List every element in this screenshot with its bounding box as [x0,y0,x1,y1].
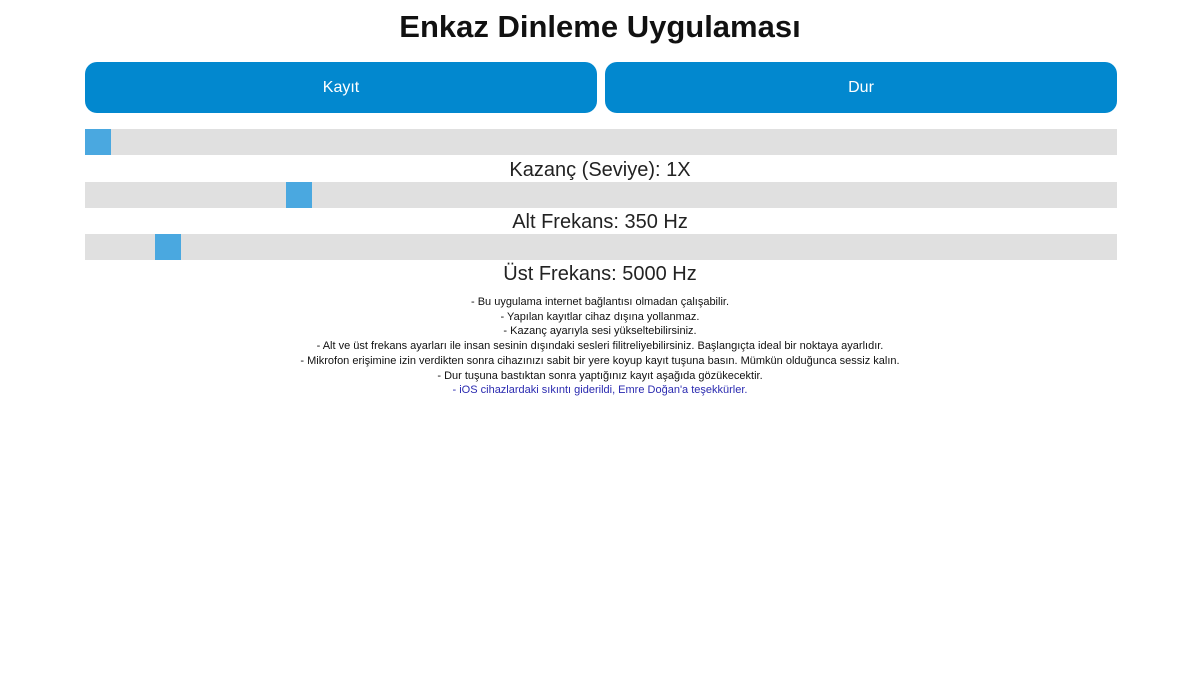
high-frequency-label: Üst Frekans: 5000 Hz [503,263,697,285]
control-buttons: Kayıt Dur [85,62,1117,113]
page-title: Enkaz Dinleme Uygulaması [399,9,801,44]
gain-slider[interactable] [85,129,1117,155]
high-frequency-slider[interactable] [85,234,1117,260]
high-frequency-slider-thumb[interactable] [155,234,181,260]
low-frequency-slider-thumb[interactable] [286,182,312,208]
low-frequency-label: Alt Frekans: 350 Hz [512,211,688,233]
stop-button[interactable]: Dur [605,62,1117,113]
note-line: - Mikrofon erişimine izin verdikten sonr… [300,354,900,367]
low-frequency-slider[interactable] [85,182,1117,208]
note-line: - Alt ve üst frekans ayarları ile insan … [316,340,884,353]
gain-label: Kazanç (Seviye): 1X [509,159,691,181]
note-line: - Kazanç ayarıyla sesi yükseltebilirsini… [503,325,697,338]
gain-slider-thumb[interactable] [85,129,111,155]
thanks-link[interactable]: - iOS cihazlardaki sıkıntı giderildi, Em… [0,383,1200,398]
app-root: Enkaz Dinleme Uygulaması Kayıt Dur Kazan… [0,0,1200,675]
note-line: - Yapılan kayıtlar cihaz dışına yollanma… [500,310,700,323]
note-line: - Bu uygulama internet bağlantısı olmada… [470,296,730,308]
record-button[interactable]: Kayıt [85,62,597,113]
note-line: - Dur tuşuna bastıktan sonra yaptığınız … [437,369,763,382]
info-notes: - Bu uygulama internet bağlantısı olmada… [0,295,1200,398]
